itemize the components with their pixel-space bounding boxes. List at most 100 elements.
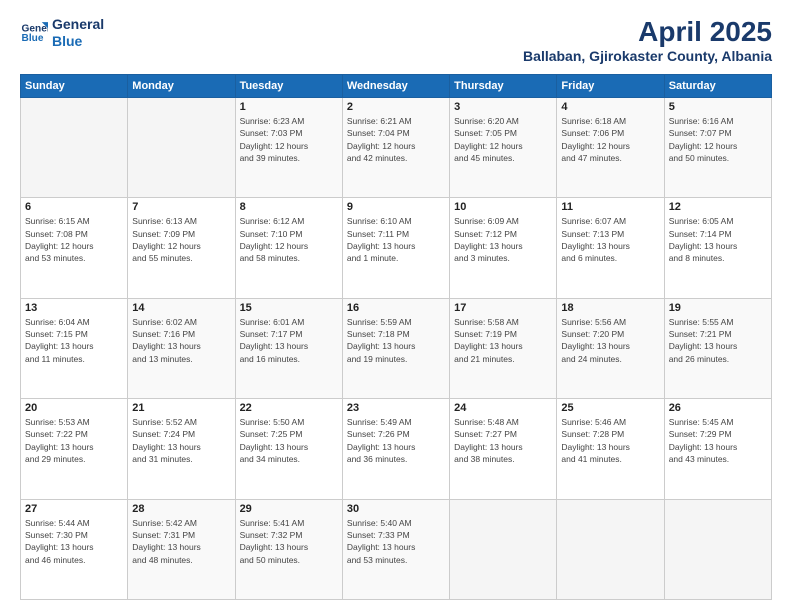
day-info: Sunrise: 5:46 AM Sunset: 7:28 PM Dayligh… <box>561 416 659 465</box>
calendar-week-row: 27 Sunrise: 5:44 AM Sunset: 7:30 PM Dayli… <box>21 499 772 599</box>
calendar-header-row: SundayMondayTuesdayWednesdayThursdayFrid… <box>21 75 772 98</box>
calendar-day-cell <box>557 499 664 599</box>
weekday-header: Monday <box>128 75 235 98</box>
day-info: Sunrise: 6:15 AM Sunset: 7:08 PM Dayligh… <box>25 215 123 264</box>
day-number: 19 <box>669 302 767 314</box>
day-info: Sunrise: 5:49 AM Sunset: 7:26 PM Dayligh… <box>347 416 445 465</box>
day-info: Sunrise: 6:12 AM Sunset: 7:10 PM Dayligh… <box>240 215 338 264</box>
day-info: Sunrise: 6:07 AM Sunset: 7:13 PM Dayligh… <box>561 215 659 264</box>
calendar-day-cell: 10 Sunrise: 6:09 AM Sunset: 7:12 PM Dayli… <box>450 198 557 298</box>
day-info: Sunrise: 5:52 AM Sunset: 7:24 PM Dayligh… <box>132 416 230 465</box>
calendar-week-row: 6 Sunrise: 6:15 AM Sunset: 7:08 PM Daylig… <box>21 198 772 298</box>
calendar-day-cell: 30 Sunrise: 5:40 AM Sunset: 7:33 PM Dayli… <box>342 499 449 599</box>
day-number: 24 <box>454 402 552 414</box>
day-info: Sunrise: 6:20 AM Sunset: 7:05 PM Dayligh… <box>454 115 552 164</box>
calendar-day-cell: 5 Sunrise: 6:16 AM Sunset: 7:07 PM Daylig… <box>664 98 771 198</box>
day-number: 27 <box>25 503 123 515</box>
calendar-day-cell: 13Sunrise: 6:04 AM Sunset: 7:15 PM Dayli… <box>21 298 128 398</box>
day-number: 14 <box>132 302 230 314</box>
main-title: April 2025 <box>523 16 772 48</box>
day-info: Sunrise: 5:44 AM Sunset: 7:30 PM Dayligh… <box>25 517 123 566</box>
calendar-week-row: 1Sunrise: 6:23 AM Sunset: 7:03 PM Daylig… <box>21 98 772 198</box>
calendar-day-cell: 6 Sunrise: 6:15 AM Sunset: 7:08 PM Daylig… <box>21 198 128 298</box>
day-info: Sunrise: 5:40 AM Sunset: 7:33 PM Dayligh… <box>347 517 445 566</box>
calendar-day-cell: 4Sunrise: 6:18 AM Sunset: 7:06 PM Daylig… <box>557 98 664 198</box>
weekday-header: Saturday <box>664 75 771 98</box>
calendar-day-cell: 26 Sunrise: 5:45 AM Sunset: 7:29 PM Dayli… <box>664 399 771 499</box>
title-block: April 2025 Ballaban, Gjirokaster County,… <box>523 16 772 64</box>
calendar-day-cell: 17 Sunrise: 5:58 AM Sunset: 7:19 PM Dayli… <box>450 298 557 398</box>
logo-icon: General Blue <box>20 19 48 47</box>
day-info: Sunrise: 5:48 AM Sunset: 7:27 PM Dayligh… <box>454 416 552 465</box>
calendar-day-cell <box>664 499 771 599</box>
day-number: 8 <box>240 201 338 213</box>
weekday-header: Thursday <box>450 75 557 98</box>
calendar-day-cell: 12Sunrise: 6:05 AM Sunset: 7:14 PM Dayli… <box>664 198 771 298</box>
day-info: Sunrise: 5:50 AM Sunset: 7:25 PM Dayligh… <box>240 416 338 465</box>
calendar-day-cell: 8 Sunrise: 6:12 AM Sunset: 7:10 PM Daylig… <box>235 198 342 298</box>
calendar-day-cell: 24 Sunrise: 5:48 AM Sunset: 7:27 PM Dayli… <box>450 399 557 499</box>
day-info: Sunrise: 5:45 AM Sunset: 7:29 PM Dayligh… <box>669 416 767 465</box>
header: General Blue General Blue April 2025 Bal… <box>20 16 772 64</box>
calendar-day-cell: 3 Sunrise: 6:20 AM Sunset: 7:05 PM Daylig… <box>450 98 557 198</box>
day-info: Sunrise: 6:02 AM Sunset: 7:16 PM Dayligh… <box>132 316 230 365</box>
day-number: 7 <box>132 201 230 213</box>
calendar-day-cell: 9Sunrise: 6:10 AM Sunset: 7:11 PM Daylig… <box>342 198 449 298</box>
calendar-day-cell: 29 Sunrise: 5:41 AM Sunset: 7:32 PM Dayli… <box>235 499 342 599</box>
calendar-day-cell: 28Sunrise: 5:42 AM Sunset: 7:31 PM Dayli… <box>128 499 235 599</box>
calendar-day-cell: 20Sunrise: 5:53 AM Sunset: 7:22 PM Dayli… <box>21 399 128 499</box>
day-number: 2 <box>347 101 445 113</box>
calendar-table: SundayMondayTuesdayWednesdayThursdayFrid… <box>20 74 772 600</box>
day-number: 17 <box>454 302 552 314</box>
calendar-day-cell: 11 Sunrise: 6:07 AM Sunset: 7:13 PM Dayli… <box>557 198 664 298</box>
calendar-day-cell: 15Sunrise: 6:01 AM Sunset: 7:17 PM Dayli… <box>235 298 342 398</box>
logo-blue: Blue <box>52 33 104 50</box>
day-number: 3 <box>454 101 552 113</box>
calendar-day-cell <box>450 499 557 599</box>
calendar-day-cell: 16 Sunrise: 5:59 AM Sunset: 7:18 PM Dayli… <box>342 298 449 398</box>
day-info: Sunrise: 5:56 AM Sunset: 7:20 PM Dayligh… <box>561 316 659 365</box>
day-number: 16 <box>347 302 445 314</box>
day-number: 30 <box>347 503 445 515</box>
day-info: Sunrise: 5:59 AM Sunset: 7:18 PM Dayligh… <box>347 316 445 365</box>
day-info: Sunrise: 6:18 AM Sunset: 7:06 PM Dayligh… <box>561 115 659 164</box>
day-number: 25 <box>561 402 659 414</box>
calendar-day-cell: 1Sunrise: 6:23 AM Sunset: 7:03 PM Daylig… <box>235 98 342 198</box>
calendar-day-cell: 18Sunrise: 5:56 AM Sunset: 7:20 PM Dayli… <box>557 298 664 398</box>
calendar-day-cell: 2Sunrise: 6:21 AM Sunset: 7:04 PM Daylig… <box>342 98 449 198</box>
day-info: Sunrise: 5:58 AM Sunset: 7:19 PM Dayligh… <box>454 316 552 365</box>
day-number: 12 <box>669 201 767 213</box>
day-number: 10 <box>454 201 552 213</box>
day-info: Sunrise: 6:16 AM Sunset: 7:07 PM Dayligh… <box>669 115 767 164</box>
logo: General Blue General Blue <box>20 16 104 50</box>
calendar-day-cell: 22Sunrise: 5:50 AM Sunset: 7:25 PM Dayli… <box>235 399 342 499</box>
day-info: Sunrise: 6:09 AM Sunset: 7:12 PM Dayligh… <box>454 215 552 264</box>
day-number: 6 <box>25 201 123 213</box>
day-number: 5 <box>669 101 767 113</box>
calendar-day-cell: 25 Sunrise: 5:46 AM Sunset: 7:28 PM Dayli… <box>557 399 664 499</box>
day-info: Sunrise: 5:42 AM Sunset: 7:31 PM Dayligh… <box>132 517 230 566</box>
svg-text:Blue: Blue <box>22 33 44 44</box>
day-info: Sunrise: 6:10 AM Sunset: 7:11 PM Dayligh… <box>347 215 445 264</box>
day-info: Sunrise: 5:41 AM Sunset: 7:32 PM Dayligh… <box>240 517 338 566</box>
weekday-header: Wednesday <box>342 75 449 98</box>
weekday-header: Sunday <box>21 75 128 98</box>
weekday-header: Tuesday <box>235 75 342 98</box>
day-info: Sunrise: 6:01 AM Sunset: 7:17 PM Dayligh… <box>240 316 338 365</box>
calendar-day-cell: 14 Sunrise: 6:02 AM Sunset: 7:16 PM Dayli… <box>128 298 235 398</box>
subtitle: Ballaban, Gjirokaster County, Albania <box>523 48 772 64</box>
day-info: Sunrise: 5:55 AM Sunset: 7:21 PM Dayligh… <box>669 316 767 365</box>
page: General Blue General Blue April 2025 Bal… <box>0 0 792 612</box>
day-number: 23 <box>347 402 445 414</box>
calendar-week-row: 20Sunrise: 5:53 AM Sunset: 7:22 PM Dayli… <box>21 399 772 499</box>
day-number: 26 <box>669 402 767 414</box>
calendar-day-cell: 21Sunrise: 5:52 AM Sunset: 7:24 PM Dayli… <box>128 399 235 499</box>
day-number: 11 <box>561 201 659 213</box>
calendar-day-cell: 27 Sunrise: 5:44 AM Sunset: 7:30 PM Dayli… <box>21 499 128 599</box>
day-number: 29 <box>240 503 338 515</box>
calendar-day-cell: 23 Sunrise: 5:49 AM Sunset: 7:26 PM Dayli… <box>342 399 449 499</box>
calendar-day-cell <box>128 98 235 198</box>
day-info: Sunrise: 6:23 AM Sunset: 7:03 PM Dayligh… <box>240 115 338 164</box>
calendar-week-row: 13Sunrise: 6:04 AM Sunset: 7:15 PM Dayli… <box>21 298 772 398</box>
weekday-header: Friday <box>557 75 664 98</box>
